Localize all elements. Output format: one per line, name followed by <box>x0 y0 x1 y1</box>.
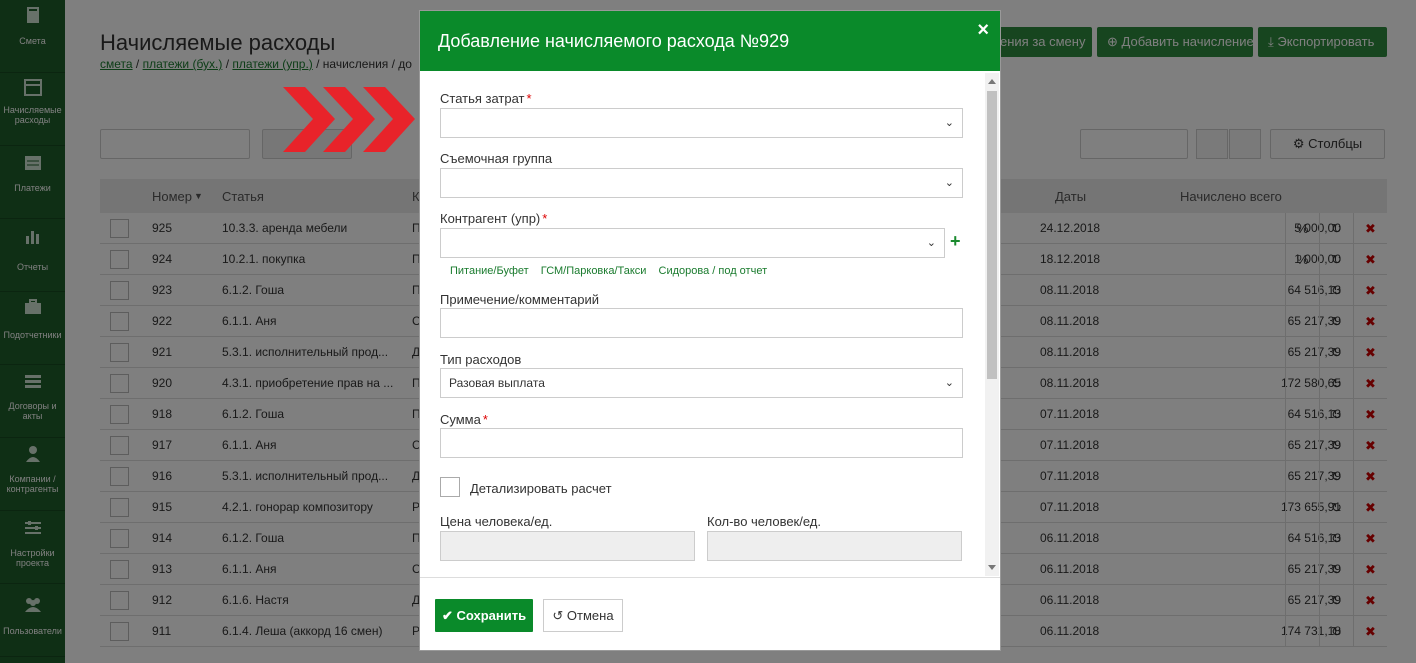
scroll-up-icon[interactable] <box>988 79 996 84</box>
cost-item-label-text: Статья затрат <box>440 91 525 106</box>
close-icon[interactable]: × <box>977 19 989 42</box>
quick-link-fuel[interactable]: ГСМ/Парковка/Такси <box>541 265 647 277</box>
chevron-down-icon: ⌄ <box>944 177 954 189</box>
price-per-person-input <box>440 531 695 561</box>
add-accrual-modal: Добавление начисляемого расхода №929 × С… <box>419 10 1001 651</box>
modal-header: Добавление начисляемого расхода №929 × <box>420 11 1000 71</box>
modal-footer: ✔ Сохранить ↺ Отмена <box>420 579 1000 651</box>
cost-item-select[interactable]: ⌄ <box>440 108 963 138</box>
cancel-label: Отмена <box>566 608 614 623</box>
persons-count-input <box>707 531 962 561</box>
expense-type-select[interactable]: Разовая выплата ⌄ <box>440 368 963 398</box>
required-marker: * <box>542 211 548 226</box>
chevron-arrows-icon <box>283 87 415 152</box>
counterparty-quick-links: Питание/Буфет ГСМ/Парковка/Такси Сидоров… <box>450 265 776 277</box>
price-per-person-label: Цена человека/ед. <box>440 514 553 529</box>
save-label: Сохранить <box>456 608 527 623</box>
quick-link-sidorova[interactable]: Сидорова / под отчет <box>659 265 768 277</box>
quick-link-food[interactable]: Питание/Буфет <box>450 265 529 277</box>
detail-label: Детализировать расчет <box>470 481 612 496</box>
expense-type-label: Тип расходов <box>440 352 522 367</box>
required-marker: * <box>482 412 488 427</box>
modal-body: Статья затрат * ⌄ Съемочная группа ⌄ Конт… <box>420 71 1000 578</box>
counterparty-select[interactable]: ⌄ <box>440 228 945 258</box>
chevron-down-icon: ⌄ <box>944 117 954 129</box>
shooting-group-select[interactable]: ⌄ <box>440 168 963 198</box>
modal-title: Добавление начисляемого расхода №929 <box>438 31 790 51</box>
add-counterparty-icon[interactable]: + <box>950 231 961 252</box>
scrollbar-thumb[interactable] <box>987 91 997 379</box>
required-marker: * <box>526 91 532 106</box>
modal-scrollbar[interactable] <box>985 73 999 576</box>
sum-label-text: Сумма <box>440 412 481 427</box>
chevron-down-icon: ⌄ <box>926 237 936 249</box>
sum-input[interactable] <box>440 428 963 458</box>
shooting-group-label: Съемочная группа <box>440 151 553 166</box>
comment-label: Примечение/комментарий <box>440 292 599 307</box>
scroll-down-icon[interactable] <box>988 565 996 570</box>
cost-item-label: Статья затрат * <box>440 91 532 106</box>
check-icon: ✔ <box>441 608 457 623</box>
undo-icon: ↺ <box>552 608 567 623</box>
save-button[interactable]: ✔ Сохранить <box>435 599 533 632</box>
sum-label: Сумма * <box>440 412 488 427</box>
expense-type-value: Разовая выплата <box>449 376 545 390</box>
counterparty-label: Контрагент (упр) * <box>440 211 547 226</box>
detail-checkbox[interactable] <box>440 477 460 497</box>
cancel-button[interactable]: ↺ Отмена <box>543 599 623 632</box>
comment-input[interactable] <box>440 308 963 338</box>
counterparty-label-text: Контрагент (упр) <box>440 211 541 226</box>
persons-count-label: Кол-во человек/ед. <box>707 514 821 529</box>
chevron-down-icon: ⌄ <box>944 377 954 389</box>
